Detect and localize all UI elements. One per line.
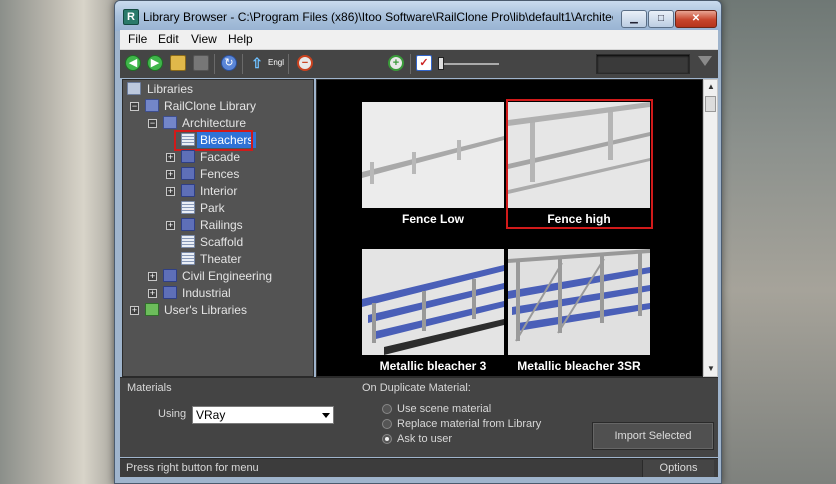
materials-heading: Materials	[127, 382, 172, 394]
preview-label: Fence Low	[401, 212, 464, 226]
close-button[interactable]: ✕	[675, 10, 717, 28]
expand-icon[interactable]: +	[130, 306, 139, 315]
refresh-icon[interactable]: ↻	[221, 55, 237, 71]
expand-icon[interactable]: +	[148, 272, 157, 281]
category-icon	[163, 286, 177, 299]
list-icon	[181, 252, 195, 265]
upload-icon[interactable]: ⇧	[249, 55, 265, 71]
preview-label: Metallic bleacher 3	[379, 359, 487, 373]
radio-ask-to-user[interactable]	[382, 434, 392, 444]
menu-edit[interactable]: Edit	[158, 32, 179, 46]
metallic-bleacher-3-thumbnail	[362, 249, 504, 355]
status-text: Press right button for menu	[126, 462, 259, 474]
open-folder-icon[interactable]	[170, 55, 186, 71]
library-book-icon	[145, 99, 159, 112]
status-bar: Press right button for menu Options	[120, 458, 718, 477]
minimize-button[interactable]: ▁	[621, 10, 647, 28]
zoom-slider-track[interactable]	[443, 63, 499, 65]
scroll-up-icon[interactable]: ▲	[706, 82, 716, 92]
selection-highlight	[174, 130, 253, 151]
tree-label: Railings	[200, 218, 243, 232]
title-bar[interactable]: R Library Browser - C:\Program Files (x8…	[115, 1, 721, 31]
expand-icon[interactable]: +	[148, 289, 157, 298]
expand-icon[interactable]: +	[166, 187, 175, 196]
tree-label: Industrial	[182, 286, 231, 300]
duplicate-heading: On Duplicate Material:	[362, 382, 471, 394]
preview-label: Metallic bleacher 3SR	[517, 359, 641, 373]
scroll-down-icon[interactable]: ▼	[706, 364, 716, 374]
tree-label: Architecture	[182, 116, 247, 130]
checklist-icon[interactable]: ✓	[416, 55, 432, 71]
language-icon[interactable]: Engl	[268, 58, 284, 67]
zoom-in-icon[interactable]: +	[388, 55, 404, 71]
tree-label: Fences	[200, 167, 240, 181]
toolbar-separator	[288, 54, 289, 74]
menu-bar: File Edit View Help	[120, 30, 718, 50]
metallic-bleacher-3sr-thumbnail	[508, 249, 650, 355]
tree-label: Theater	[200, 252, 242, 266]
tree-label: Park	[200, 201, 225, 215]
preview-scrollbar[interactable]: ▲ ▼	[703, 79, 718, 377]
library-tree: Libraries − RailClone Library − Architec…	[122, 79, 314, 377]
renderer-select-value: VRay	[196, 408, 226, 422]
forward-icon[interactable]: ▶	[147, 55, 163, 71]
category-icon	[181, 184, 195, 197]
import-selected-button[interactable]: Import Selected	[592, 422, 714, 450]
radio-replace-material[interactable]	[382, 419, 392, 429]
radio-label: Replace material from Library	[397, 418, 542, 430]
category-icon	[163, 269, 177, 282]
chevron-down-icon	[322, 413, 330, 418]
maximize-button[interactable]: □	[648, 10, 674, 28]
menu-help[interactable]: Help	[228, 32, 253, 46]
options-button[interactable]: Options	[642, 460, 714, 477]
preview-grid: Fence Low Fence high Metallic bleacher 3…	[316, 79, 703, 377]
collapse-icon[interactable]: −	[130, 102, 139, 111]
user-library-icon	[145, 303, 159, 316]
radio-use-scene-material[interactable]	[382, 404, 392, 414]
tree-label: RailClone Library	[164, 99, 257, 113]
renderer-select[interactable]: VRay	[192, 406, 334, 424]
libraries-icon	[127, 82, 141, 95]
category-icon	[181, 167, 195, 180]
collapse-icon[interactable]: −	[148, 119, 157, 128]
toolbar-separator	[242, 54, 243, 74]
fence-low-thumbnail	[362, 102, 504, 208]
menu-file[interactable]: File	[128, 32, 147, 46]
list-icon	[181, 201, 195, 214]
search-field[interactable]	[596, 54, 690, 74]
expand-icon[interactable]: +	[166, 153, 175, 162]
save-icon[interactable]	[193, 55, 209, 71]
category-icon	[181, 150, 195, 163]
radio-label: Use scene material	[397, 403, 492, 415]
background-desktop	[716, 0, 836, 484]
selected-preview-highlight	[506, 99, 653, 229]
list-icon	[181, 235, 195, 248]
tree-label: User's Libraries	[164, 303, 247, 317]
using-label: Using	[158, 408, 187, 420]
tree-label: Civil Engineering	[182, 269, 273, 283]
back-icon[interactable]: ◀	[125, 55, 141, 71]
railclone-app-icon: R	[123, 9, 139, 25]
tree-label: Libraries	[147, 82, 194, 96]
toolbar: ◀ ▶ ↻ ⇧ Engl − + ✓	[120, 50, 718, 78]
scrollbar-thumb[interactable]	[705, 96, 716, 112]
menu-view[interactable]: View	[191, 32, 217, 46]
filter-icon[interactable]	[698, 56, 712, 66]
library-book-icon	[163, 116, 177, 129]
materials-panel: Materials Using VRay On Duplicate Materi…	[120, 377, 718, 457]
zoom-out-icon[interactable]: −	[297, 55, 313, 71]
tree-label: Facade	[200, 150, 241, 164]
library-browser-window: R Library Browser - C:\Program Files (x8…	[114, 0, 722, 484]
expand-icon[interactable]: +	[166, 221, 175, 230]
radio-label: Ask to user	[397, 433, 453, 445]
toolbar-separator	[214, 54, 215, 74]
tree-label: Interior	[200, 184, 238, 198]
tree-label: Scaffold	[200, 235, 244, 249]
category-icon	[181, 218, 195, 231]
toolbar-separator	[410, 54, 411, 74]
expand-icon[interactable]: +	[166, 170, 175, 179]
zoom-slider-thumb[interactable]	[438, 57, 444, 70]
window-title: Library Browser - C:\Program Files (x86)…	[143, 10, 613, 24]
